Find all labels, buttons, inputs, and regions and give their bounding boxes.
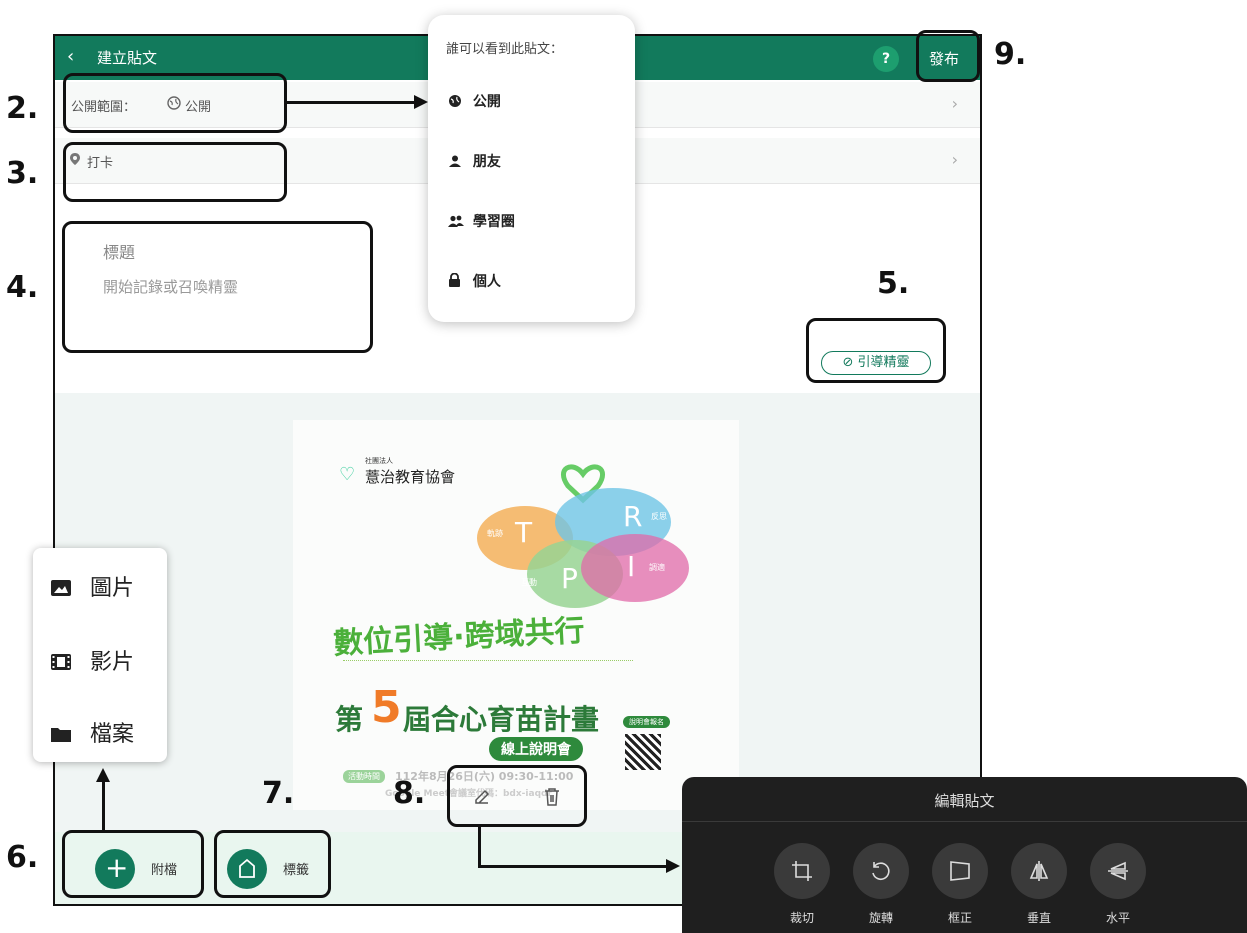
lock-icon bbox=[448, 272, 466, 290]
audience-option-label: 公開 bbox=[472, 94, 501, 110]
arrow-line bbox=[102, 780, 105, 830]
letter-i: I bbox=[627, 550, 636, 583]
letter-p: P bbox=[561, 562, 578, 595]
arrow-line bbox=[478, 827, 481, 867]
bubble-label: 軌跡 bbox=[487, 529, 503, 538]
bubble-label: 調適 bbox=[649, 563, 665, 572]
attach-option-file[interactable]: 檔案 bbox=[51, 716, 134, 748]
help-button[interactable]: ? bbox=[873, 46, 899, 72]
edit-post-panel: 編輯貼文 裁切 旋轉 框正 垂直 水平 bbox=[682, 777, 1247, 933]
step-label: 9. bbox=[994, 37, 1027, 72]
flip-horizontal-icon bbox=[1108, 861, 1128, 881]
step-label: 6. bbox=[6, 840, 39, 875]
poster-sub: 線上說明會 bbox=[489, 737, 583, 761]
attach-option-video[interactable]: 影片 bbox=[51, 644, 134, 676]
chevron-right-icon: › bbox=[951, 150, 958, 169]
step-label: 4. bbox=[6, 270, 39, 305]
perspective-button[interactable] bbox=[932, 843, 988, 899]
date-tag: 活動時間 bbox=[343, 770, 385, 783]
headline-post: 屆合心育苗計畫 bbox=[403, 703, 600, 736]
rotate-button[interactable] bbox=[853, 843, 909, 899]
logo-icon: ♡ bbox=[339, 464, 356, 485]
qr-code-icon bbox=[625, 734, 661, 770]
chevron-left-icon[interactable]: ‹ bbox=[67, 46, 74, 67]
audience-option-label: 個人 bbox=[472, 274, 501, 290]
attach-option-label: 圖片 bbox=[90, 576, 135, 601]
step-label: 5. bbox=[877, 266, 910, 301]
chevron-right-icon: › bbox=[951, 94, 958, 113]
arrow-head bbox=[414, 95, 428, 109]
film-icon bbox=[51, 650, 90, 675]
highlight-guide bbox=[806, 318, 946, 383]
arrow-line bbox=[287, 101, 417, 104]
poster-slogan: 數位引導·跨域共行 bbox=[332, 613, 586, 662]
folder-icon bbox=[51, 722, 90, 747]
slogan-divider bbox=[343, 660, 633, 661]
arrow-head bbox=[96, 768, 110, 782]
audience-menu-title: 誰可以看到此貼文： bbox=[446, 42, 564, 57]
crop-button[interactable] bbox=[774, 843, 830, 899]
step-label: 3. bbox=[6, 156, 39, 191]
trpi-bubbles bbox=[477, 464, 689, 608]
org-name: 薏治教育協會 bbox=[365, 468, 456, 486]
letter-r: R bbox=[623, 500, 643, 533]
globe-icon bbox=[448, 94, 467, 110]
audience-menu: 誰可以看到此貼文： 公開 朋友 學習圈 個人 bbox=[428, 15, 635, 322]
page-title: 建立貼文 bbox=[97, 49, 158, 67]
org-small: 社團法人 bbox=[365, 457, 393, 465]
step-label: 7. bbox=[262, 776, 295, 811]
letter-t: T bbox=[515, 516, 533, 549]
attach-menu: 圖片 影片 檔案 bbox=[33, 548, 167, 762]
audience-option-label: 學習圈 bbox=[472, 214, 515, 230]
step-label: 8. bbox=[393, 776, 426, 811]
group-icon bbox=[448, 214, 469, 230]
person-icon bbox=[448, 154, 467, 170]
audience-option-friends[interactable]: 朋友 bbox=[448, 151, 501, 171]
image-icon bbox=[51, 576, 90, 601]
highlight-tag bbox=[214, 830, 331, 898]
attach-option-label: 檔案 bbox=[90, 722, 135, 747]
tool-label: 旋轉 bbox=[868, 911, 893, 925]
arrow-head bbox=[666, 859, 680, 873]
audience-option-private[interactable]: 個人 bbox=[448, 271, 501, 291]
attach-option-label: 影片 bbox=[90, 650, 135, 675]
arrow-line bbox=[478, 865, 668, 868]
bubble-label: 互動 bbox=[521, 578, 537, 587]
tool-label: 裁切 bbox=[789, 911, 814, 925]
audience-option-circle[interactable]: 學習圈 bbox=[448, 211, 515, 231]
tool-label: 水平 bbox=[1105, 911, 1130, 925]
highlight-editor bbox=[62, 221, 373, 353]
audience-option-public[interactable]: 公開 bbox=[448, 91, 501, 111]
tool-label: 垂直 bbox=[1026, 911, 1051, 925]
highlight-publish bbox=[916, 30, 980, 82]
register-tag: 說明會報名 bbox=[623, 716, 670, 728]
audience-option-label: 朋友 bbox=[472, 154, 501, 170]
flip-vertical-icon bbox=[1029, 861, 1049, 881]
perspective-icon bbox=[950, 861, 970, 881]
highlight-privacy bbox=[63, 73, 287, 133]
highlight-attach bbox=[62, 830, 204, 898]
divider bbox=[682, 821, 1247, 822]
bubble-label: 反思 bbox=[651, 512, 667, 521]
attach-option-image[interactable]: 圖片 bbox=[51, 570, 134, 602]
rotate-icon bbox=[872, 862, 890, 880]
poster-image[interactable]: ♡ 社團法人 薏治教育協會 T R P I 軌跡 反思 互動 調適 數位引導·跨… bbox=[293, 420, 739, 810]
tool-label: 框正 bbox=[947, 911, 972, 925]
flip-horizontal-button[interactable] bbox=[1090, 843, 1146, 899]
highlight-checkin bbox=[63, 142, 287, 202]
crop-icon bbox=[792, 861, 812, 881]
flip-vertical-button[interactable] bbox=[1011, 843, 1067, 899]
headline-num: 5 bbox=[371, 682, 402, 733]
step-label: 2. bbox=[6, 91, 39, 126]
headline-pre: 第 bbox=[335, 703, 364, 736]
edit-panel-title: 編輯貼文 bbox=[934, 792, 995, 810]
highlight-image-actions bbox=[447, 765, 587, 827]
